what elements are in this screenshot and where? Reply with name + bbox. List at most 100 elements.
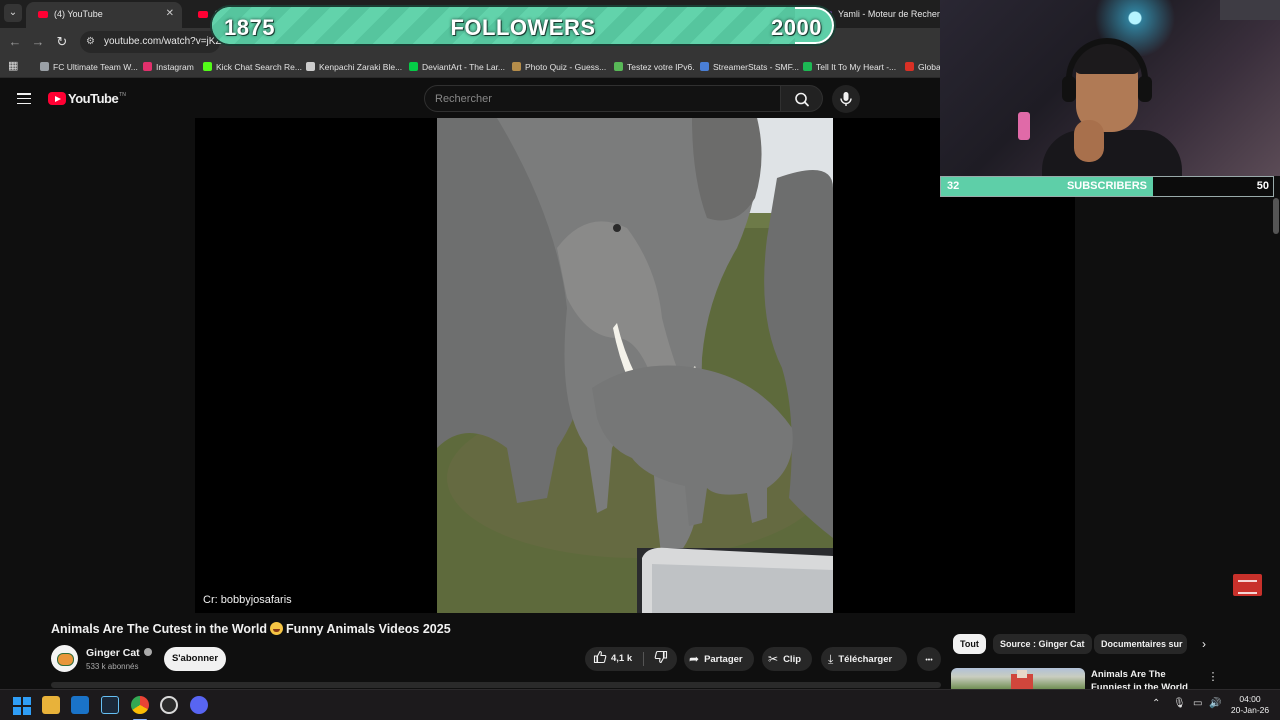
- forward-arrow-icon[interactable]: →: [30, 34, 46, 50]
- obs-icon[interactable]: [160, 696, 178, 714]
- share-button[interactable]: ➦ Partager: [684, 647, 754, 671]
- voice-search-button[interactable]: [832, 85, 860, 113]
- bookmark-label: Photo Quiz - Guess...: [525, 62, 607, 72]
- file-explorer-icon[interactable]: [42, 696, 60, 714]
- channel-name-text[interactable]: Ginger Cat: [86, 647, 140, 659]
- more-actions-button[interactable]: •••: [917, 647, 941, 671]
- clip-label: Clip: [783, 654, 802, 665]
- microphone-icon: [840, 92, 852, 106]
- channel-watermark-icon[interactable]: [1233, 574, 1262, 596]
- pink-object: [1018, 112, 1030, 140]
- tab-label: Yamli - Moteur de Recherche: [838, 9, 940, 19]
- video-title-part: Funny Animals Videos 2025: [286, 622, 451, 636]
- chip-all[interactable]: Tout: [953, 634, 986, 654]
- streamer-hand: [1074, 120, 1104, 162]
- kick-icon: [203, 62, 212, 71]
- video-credit-caption: Cr: bobbyjosafaris: [203, 594, 292, 606]
- menu-icon[interactable]: [17, 93, 31, 105]
- bookmark-label: StreamerStats - SMF...: [713, 62, 799, 72]
- bookmark-streamerstats[interactable]: StreamerStats - SMF...: [700, 56, 799, 78]
- youtube-logo-text: YouTube: [68, 91, 119, 106]
- bookmark-globa[interactable]: Globa: [905, 56, 941, 78]
- streamer-body: [1042, 130, 1182, 176]
- video-frame[interactable]: [437, 118, 833, 613]
- followers-current: 1875: [224, 15, 275, 40]
- checkmark-icon: [614, 62, 623, 71]
- apps-grid-icon[interactable]: ▦: [8, 61, 19, 72]
- chevron-right-icon[interactable]: ›: [1196, 636, 1212, 652]
- channel-avatar[interactable]: [51, 645, 78, 672]
- subscribers-goal-label: SUBSCRIBERS: [1066, 180, 1148, 192]
- subscribe-button[interactable]: S'abonner: [164, 647, 226, 671]
- headset-ear-right: [1138, 76, 1152, 102]
- bookmark-label: Kenpachi Zaraki Ble...: [319, 62, 403, 72]
- deviantart-icon: [409, 62, 418, 71]
- search-button[interactable]: [781, 85, 823, 112]
- tab-label: (4) YouTube: [54, 9, 103, 19]
- chrome-icon[interactable]: [131, 696, 149, 714]
- windows-taskbar: ⌃ 🎙 ▭ 🔊 04:00 20-Jan-26: [0, 689, 1280, 720]
- discord-icon[interactable]: [190, 696, 208, 714]
- headset-icon: [1066, 38, 1148, 100]
- youtube-country-code: TN: [119, 92, 126, 98]
- bookmark-deviantart[interactable]: DeviantArt - The Lar...: [409, 56, 505, 78]
- outlook-icon[interactable]: [71, 696, 89, 714]
- address-bar[interactable]: ⚙ youtube.com/watch?v=jKZ: [80, 31, 222, 53]
- youtube-favicon-icon: [38, 11, 48, 19]
- bookmark-favicon-icon: [905, 62, 914, 71]
- suggested-video-thumbnail[interactable]: [951, 668, 1085, 690]
- scrollbar-thumb[interactable]: [1273, 198, 1279, 234]
- streamer: [1042, 30, 1182, 176]
- bookmark-ipv6-test[interactable]: Testez votre IPv6.: [614, 56, 695, 78]
- youtube-header: YouTubeTN: [0, 79, 940, 119]
- bookmark-photo-quiz[interactable]: Photo Quiz - Guess...: [512, 56, 606, 78]
- bookmark-fc-ultimate-team[interactable]: FC Ultimate Team W...: [40, 56, 138, 78]
- steam-icon[interactable]: [101, 696, 119, 714]
- reload-icon[interactable]: ↻: [54, 34, 70, 50]
- tab-search-chevron-icon[interactable]: ⌄: [4, 4, 22, 22]
- site-info-icon[interactable]: ⚙: [86, 36, 95, 47]
- suggested-thumbnail-image: [1011, 670, 1033, 690]
- tab-close-icon[interactable]: ✕: [166, 2, 174, 26]
- webcam-feed: [940, 0, 1280, 176]
- youtube-play-icon: [48, 92, 66, 105]
- bookmark-favicon-icon: [512, 62, 521, 71]
- display-icon[interactable]: ▭: [1193, 698, 1202, 709]
- back-arrow-icon[interactable]: ←: [7, 34, 23, 50]
- bookmark-label: Globa: [918, 62, 941, 72]
- share-arrow-icon: ➦: [689, 652, 700, 666]
- volume-icon[interactable]: 🔊: [1209, 698, 1221, 709]
- bookmark-kenpachi[interactable]: Kenpachi Zaraki Ble...: [306, 56, 402, 78]
- bookmark-favicon-icon: [40, 62, 49, 71]
- download-button[interactable]: ⤓ Télécharger: [821, 647, 907, 671]
- tab-youtube[interactable]: (4) YouTube ✕: [26, 2, 182, 28]
- url-text[interactable]: youtube.com/watch?v=jKZ: [104, 36, 222, 47]
- description-box[interactable]: [51, 682, 941, 688]
- verified-badge-icon: [143, 648, 152, 656]
- clip-button[interactable]: ✂ Clip: [762, 647, 812, 671]
- subscribers-current: 32: [947, 180, 960, 192]
- spotify-icon: [803, 62, 812, 71]
- system-clock[interactable]: 04:00 20-Jan-26: [1222, 694, 1278, 716]
- channel-name[interactable]: Ginger Cat: [86, 647, 152, 659]
- youtube-logo[interactable]: YouTubeTN: [48, 92, 126, 106]
- rofl-emoji-icon: [270, 622, 283, 635]
- bookmark-tell-it-to-my-heart[interactable]: Tell It To My Heart -...: [803, 56, 896, 78]
- like-button[interactable]: 4,1 k: [585, 647, 643, 671]
- search-input[interactable]: [435, 91, 765, 107]
- suggested-video-title[interactable]: Animals Are The Funniest in the World 🤣 …: [1091, 668, 1201, 690]
- bookmark-label: DeviantArt - The Lar...: [422, 62, 505, 72]
- tab-yamli[interactable]: Yamli - Moteur de Recherche: [818, 2, 940, 28]
- bookmark-instagram[interactable]: Instagram: [143, 56, 194, 78]
- chip-documentaries[interactable]: Documentaires sur: [1094, 634, 1187, 654]
- kebab-menu-icon[interactable]: ⋮: [1206, 670, 1220, 683]
- chip-source-ginger-cat[interactable]: Source : Ginger Cat: [993, 634, 1092, 654]
- windows-start-icon[interactable]: [13, 697, 31, 715]
- chevron-up-icon[interactable]: ⌃: [1152, 698, 1160, 709]
- bookmark-kick-chat[interactable]: Kick Chat Search Re...: [203, 56, 302, 78]
- dislike-button[interactable]: [644, 647, 677, 671]
- microphone-tray-icon[interactable]: 🎙: [1173, 698, 1186, 709]
- search-icon: [795, 92, 809, 107]
- headset-ear-left: [1062, 76, 1076, 102]
- download-label: Télécharger: [838, 654, 893, 665]
